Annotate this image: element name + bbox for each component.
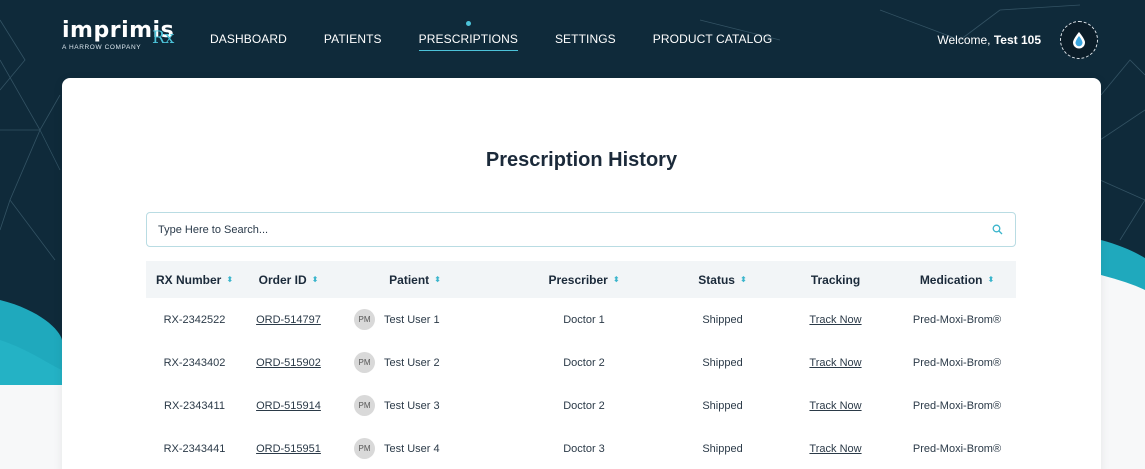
active-indicator-dot [465, 21, 471, 26]
status-cell: Shipped [702, 442, 743, 455]
prescriber-cell: Doctor 1 [563, 313, 605, 326]
sort-arrows-icon[interactable]: ⬍ [434, 275, 441, 284]
prescriptions-table: RX Number ⬍ Order ID ⬍ Patient ⬍ Prescriber… [146, 261, 1016, 469]
sort-arrows-icon[interactable]: ⬍ [312, 275, 319, 284]
rx-number-cell: RX-2343441 [163, 442, 226, 455]
column-label: RX Number [155, 272, 222, 287]
welcome-message: Welcome, Test 105 [937, 33, 1041, 47]
nav-patients[interactable]: PATIENTS [324, 32, 382, 46]
nav-product-catalog[interactable]: PRODUCT CATALOG [653, 32, 773, 46]
column-label: Order ID [258, 272, 307, 287]
patient-initials-avatar: PM [354, 309, 375, 330]
patient-initials-avatar: PM [354, 438, 375, 459]
medication-cell: Pred-Moxi-Brom® [912, 356, 1002, 369]
order-id-link[interactable]: ORD-515914 [256, 400, 321, 412]
table-row[interactable]: RX-2343402 ORD-515902 PM Test User 2 Doc… [146, 341, 1016, 384]
rx-number-cell: RX-2343402 [163, 356, 226, 369]
avatar[interactable] [1060, 21, 1098, 59]
patient-initials-avatar: PM [354, 352, 375, 373]
medication-cell: Pred-Moxi-Brom® [912, 313, 1002, 326]
prescriber-cell: Doctor 3 [563, 442, 605, 455]
column-header-rx-number[interactable]: RX Number ⬍ [146, 273, 243, 287]
column-label: Patient [389, 272, 430, 287]
user-name: Test 105 [993, 33, 1041, 47]
medication-cell: Pred-Moxi-Brom® [912, 399, 1002, 412]
order-id-link[interactable]: ORD-515902 [256, 357, 321, 369]
patient-cell: PM Test User 4 [334, 438, 496, 459]
column-header-prescriber[interactable]: Prescriber ⬍ [496, 273, 672, 287]
page-title: Prescription History [485, 149, 678, 171]
table-row[interactable]: RX-2342522 ORD-514797 PM Test User 1 Doc… [146, 298, 1016, 341]
column-label: Status [698, 272, 735, 287]
column-label: Prescriber [548, 272, 608, 287]
track-now-link[interactable]: Track Now [809, 443, 861, 455]
track-now-link[interactable]: Track Now [809, 357, 861, 369]
column-label: Tracking [810, 272, 861, 287]
status-cell: Shipped [702, 356, 743, 369]
nav-prescriptions-label: PRESCRIPTIONS [418, 32, 518, 46]
table-row[interactable]: RX-2343411 ORD-515914 PM Test User 3 Doc… [146, 384, 1016, 427]
sort-arrows-icon[interactable]: ⬍ [226, 275, 233, 284]
column-label: Medication [919, 272, 983, 287]
rx-number-cell: RX-2343411 [164, 399, 225, 412]
prescriber-cell: Doctor 2 [563, 356, 605, 369]
main-nav: DASHBOARD PATIENTS PRESCRIPTIONS SETTING… [210, 21, 809, 51]
imprimis-logo[interactable]: imprimis Rx A HARROW COMPANY [62, 20, 175, 52]
column-header-status[interactable]: Status ⬍ [672, 273, 773, 287]
logo-rx-mark: Rx [152, 28, 175, 48]
welcome-prefix: Welcome, [937, 33, 991, 47]
prescriber-cell: Doctor 2 [563, 399, 605, 412]
rx-number-cell: RX-2342522 [163, 313, 226, 326]
track-now-link[interactable]: Track Now [809, 314, 861, 326]
nav-dashboard[interactable]: DASHBOARD [210, 32, 287, 46]
patient-cell: PM Test User 2 [334, 352, 496, 373]
track-now-link[interactable]: Track Now [809, 400, 861, 412]
search-icon[interactable] [992, 224, 1003, 235]
prescription-history-card: Prescription History RX Number ⬍ Order ID… [62, 78, 1101, 469]
column-header-patient[interactable]: Patient ⬍ [334, 273, 496, 287]
nav-prescriptions[interactable]: PRESCRIPTIONS [418, 21, 519, 51]
sort-arrows-icon[interactable]: ⬍ [613, 275, 620, 284]
patient-name: Test User 2 [384, 356, 440, 369]
patient-cell: PM Test User 3 [334, 395, 496, 416]
sort-arrows-icon[interactable]: ⬍ [740, 275, 747, 284]
status-cell: Shipped [702, 399, 743, 412]
sort-arrows-icon[interactable]: ⬍ [987, 275, 994, 284]
patient-name: Test User 1 [384, 313, 440, 326]
column-header-tracking: Tracking [773, 273, 898, 287]
patient-initials-avatar: PM [354, 395, 375, 416]
table-header: RX Number ⬍ Order ID ⬍ Patient ⬍ Prescriber… [146, 261, 1016, 298]
search-input[interactable] [147, 213, 987, 246]
medication-cell: Pred-Moxi-Brom® [912, 442, 1002, 455]
top-navbar: imprimis Rx A HARROW COMPANY DASHBOARD P… [0, 0, 1145, 78]
table-row[interactable]: RX-2343441 ORD-515951 PM Test User 4 Doc… [146, 427, 1016, 469]
patient-name: Test User 4 [384, 442, 440, 455]
order-id-link[interactable]: ORD-515951 [256, 443, 321, 455]
column-header-medication[interactable]: Medication ⬍ [898, 273, 1016, 287]
order-id-link[interactable]: ORD-514797 [256, 314, 321, 326]
patient-cell: PM Test User 1 [334, 309, 496, 330]
patient-name: Test User 3 [384, 399, 440, 412]
column-header-order-id[interactable]: Order ID ⬍ [243, 273, 334, 287]
status-cell: Shipped [702, 313, 743, 326]
nav-settings[interactable]: SETTINGS [555, 32, 616, 46]
search-box [146, 212, 1016, 247]
drop-icon [1073, 32, 1085, 49]
